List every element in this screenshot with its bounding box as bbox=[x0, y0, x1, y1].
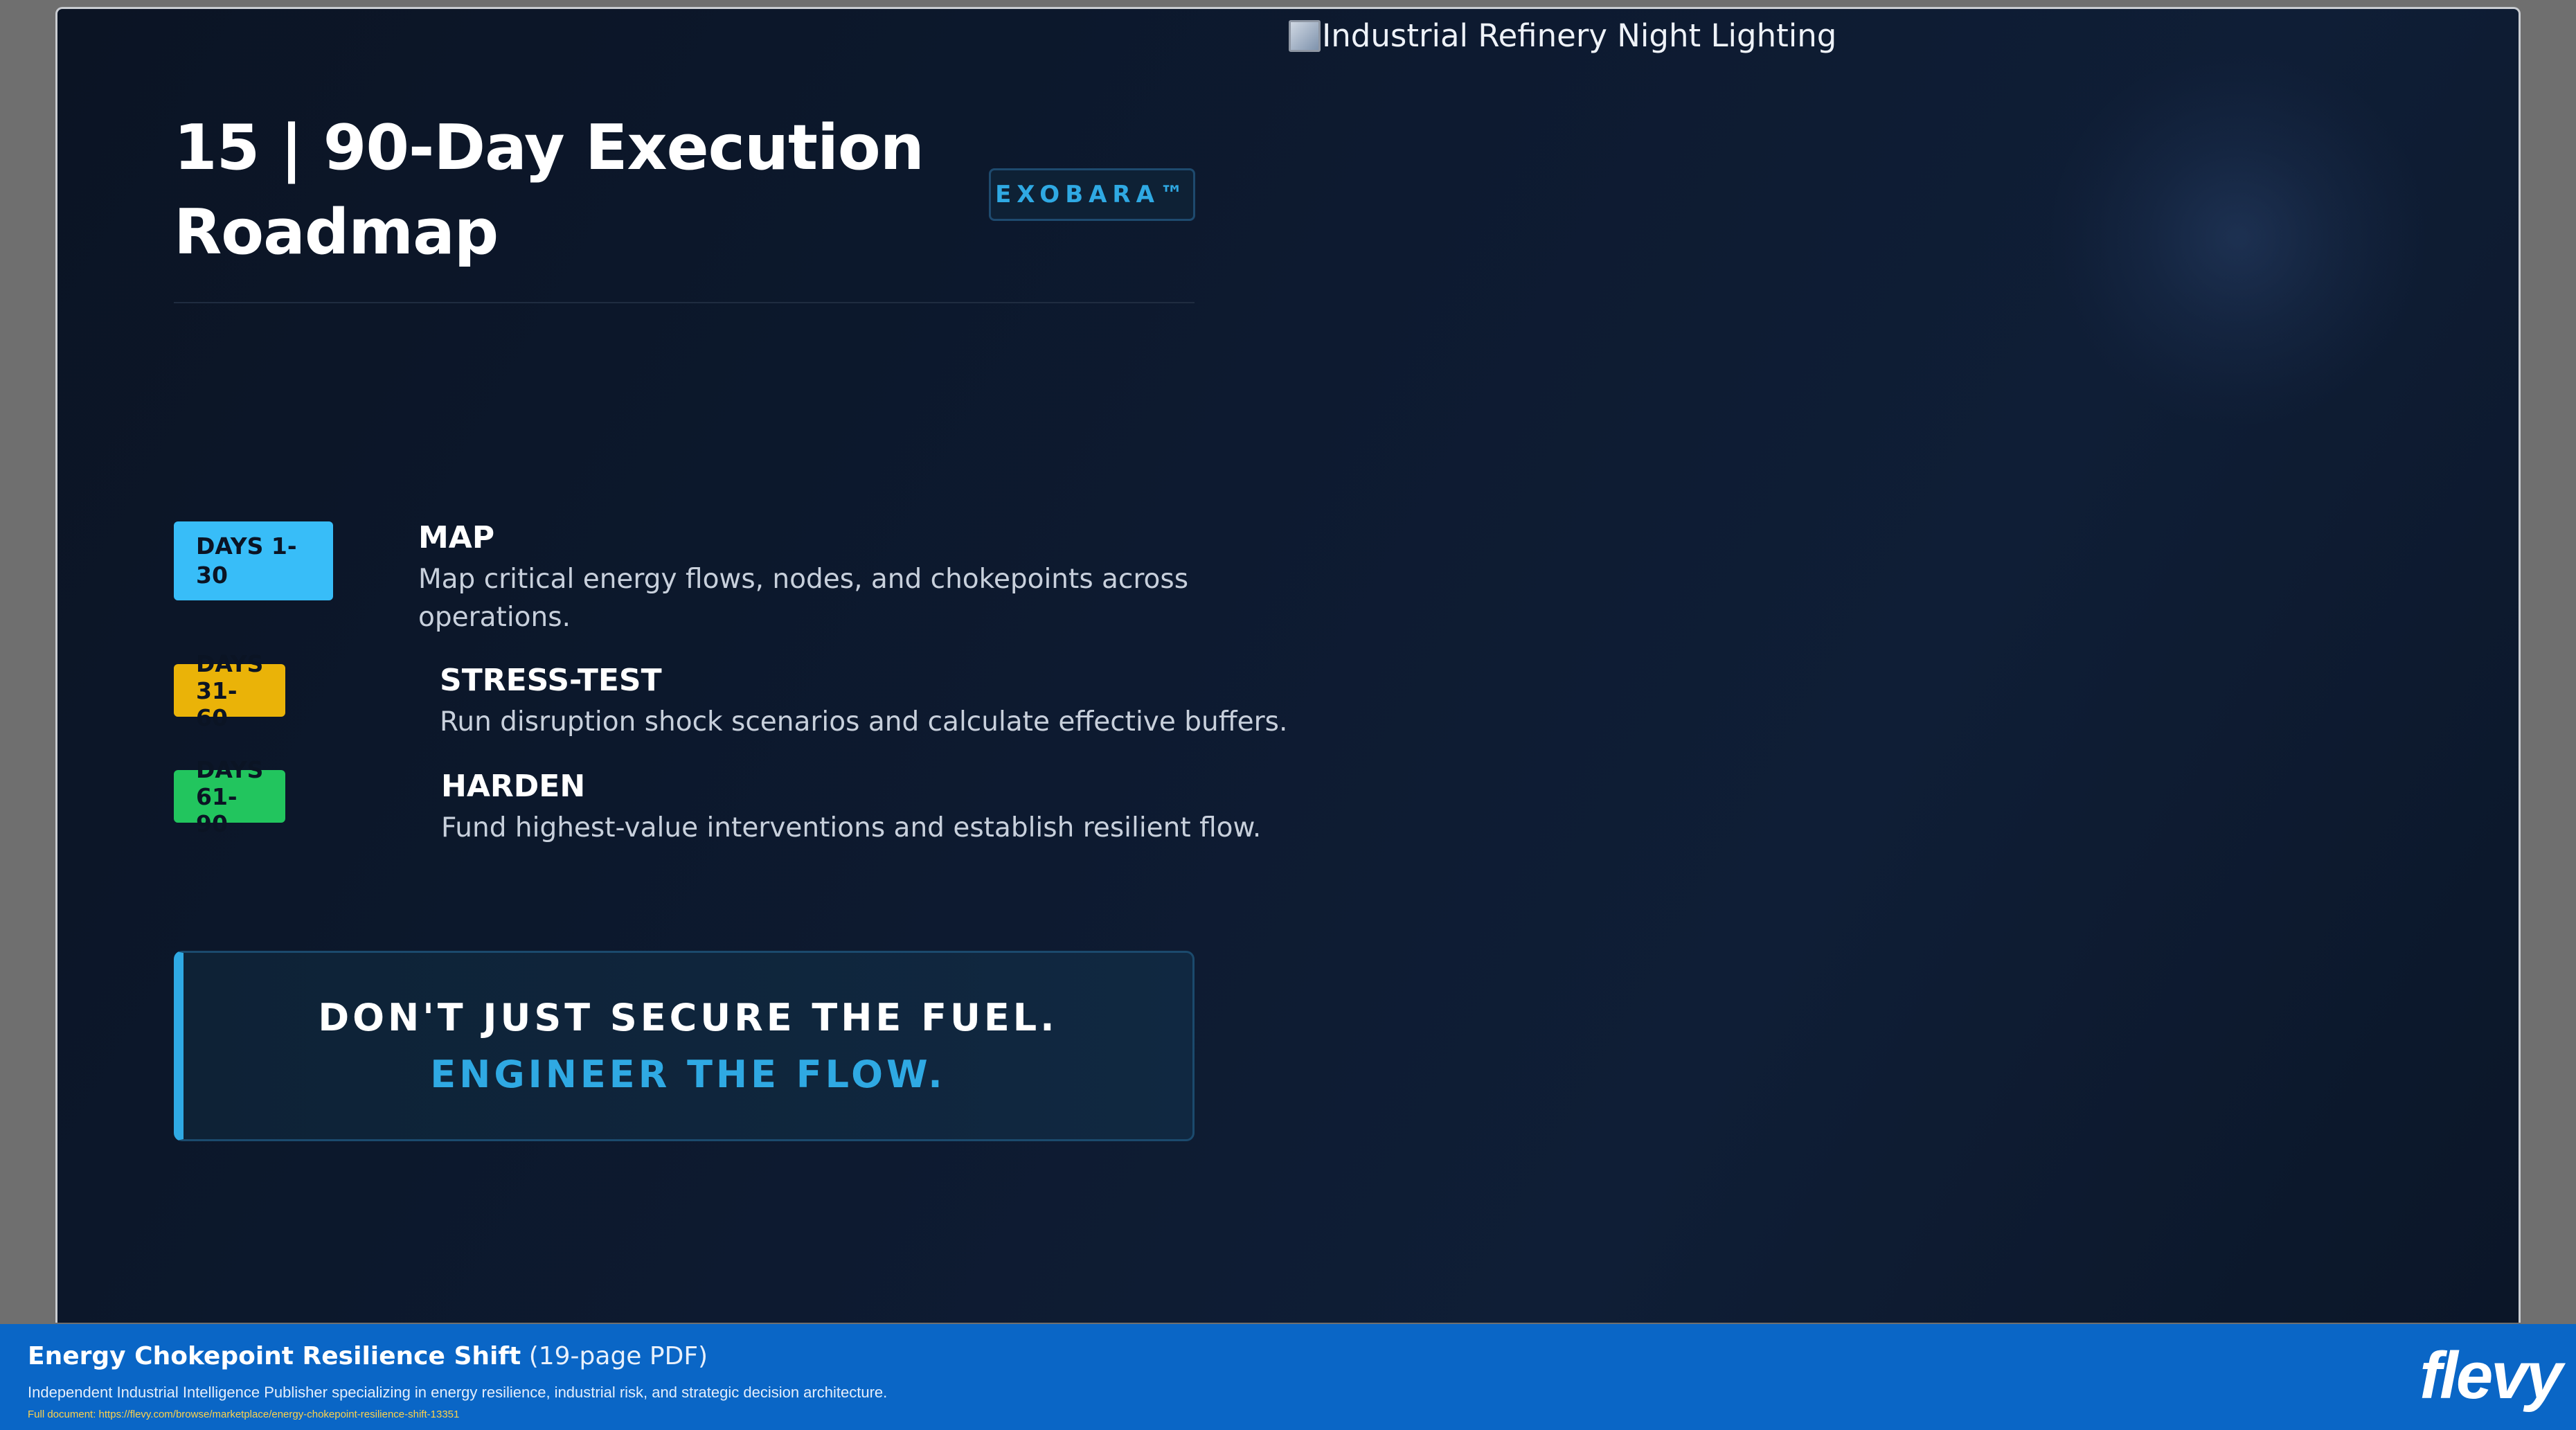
footer-doc-title[interactable]: Energy Chokepoint Resilience Shift (19-p… bbox=[28, 1342, 708, 1370]
background-glow bbox=[2051, 51, 2425, 424]
title-divider bbox=[174, 302, 1195, 303]
phase-description: Fund highest-value interventions and est… bbox=[441, 812, 1262, 843]
broken-image-icon bbox=[1289, 19, 1321, 52]
slide: Industrial Refinery Night Lighting 15 | … bbox=[55, 7, 2521, 1323]
phase-title: HARDEN bbox=[441, 769, 586, 804]
flevy-logo[interactable]: flevy bbox=[2420, 1338, 2563, 1414]
brand-badge: EXOBARA™ bbox=[989, 168, 1195, 221]
doc-pages: (19-page PDF) bbox=[528, 1342, 708, 1370]
doc-title: Energy Chokepoint Resilience Shift bbox=[28, 1342, 521, 1370]
callout-line2: ENGINEER THE FLOW. bbox=[430, 1052, 946, 1096]
image-alt-text: Industrial Refinery Night Lighting bbox=[1322, 17, 1837, 54]
publisher-description: Independent Industrial Intelligence Publ… bbox=[28, 1384, 888, 1401]
refinery-image: Industrial Refinery Night Lighting bbox=[1289, 17, 1836, 54]
phase-title: MAP bbox=[418, 520, 495, 555]
days-badge: DAYS 1- 30 bbox=[174, 521, 333, 600]
days-badge-line2: 30 bbox=[196, 562, 228, 589]
phase-title: STRESS-TEST bbox=[440, 663, 662, 698]
callout-box: DON'T JUST SECURE THE FUEL. ENGINEER THE… bbox=[174, 951, 1195, 1141]
phase-description: Run disruption shock scenarios and calcu… bbox=[440, 706, 1288, 738]
document-link[interactable]: Full document: https://flevy.com/browse/… bbox=[28, 1409, 459, 1420]
callout-line1: DON'T JUST SECURE THE FUEL. bbox=[318, 995, 1058, 1039]
phase-description: Map critical energy flows, nodes, and ch… bbox=[418, 564, 1189, 633]
footer-banner: Energy Chokepoint Resilience Shift (19-p… bbox=[0, 1324, 2576, 1430]
page-title: 15 | 90-Day Execution Roadmap bbox=[174, 111, 924, 269]
days-badge: DAYS 61-90 bbox=[174, 756, 286, 837]
days-badge-line1: DAYS 1- bbox=[196, 533, 297, 560]
days-badge: DAYS 31-60 bbox=[174, 650, 286, 731]
